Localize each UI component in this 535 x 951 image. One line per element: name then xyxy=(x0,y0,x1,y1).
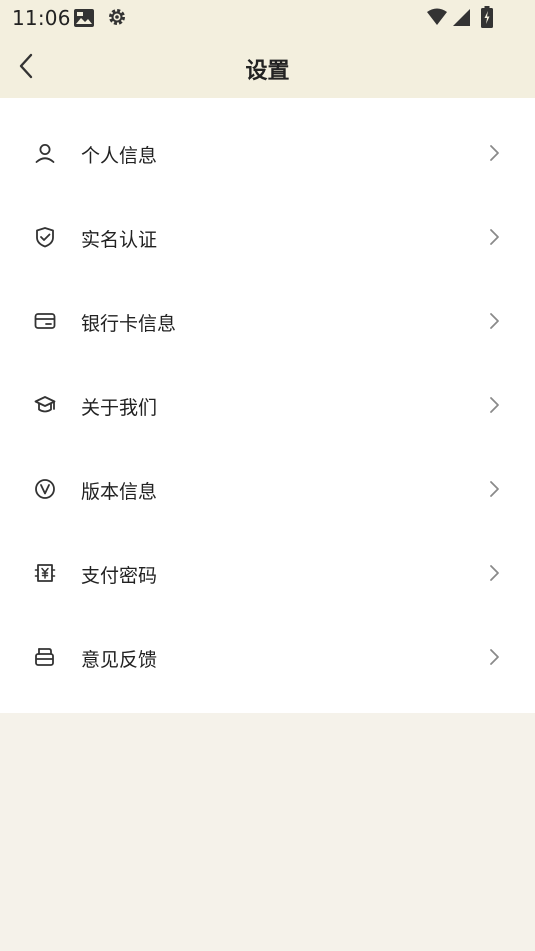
photo-icon xyxy=(73,7,95,29)
menu-item-label: 实名认证 xyxy=(81,229,158,251)
menu-item-feedback[interactable]: 意见反馈 xyxy=(0,616,535,700)
chevron-right-icon xyxy=(487,396,501,414)
settings-gear-icon xyxy=(107,7,127,27)
menu-item-label: 支付密码 xyxy=(81,565,158,587)
menu-item-personal-info[interactable]: 个人信息 xyxy=(0,112,535,196)
chevron-right-icon xyxy=(487,144,501,162)
chevron-right-icon xyxy=(487,480,501,498)
menu-item-label: 版本信息 xyxy=(81,481,158,503)
menu-item-label: 个人信息 xyxy=(81,145,158,167)
page-title: 设置 xyxy=(245,59,290,84)
chevron-right-icon xyxy=(487,312,501,330)
chevron-right-icon xyxy=(487,564,501,582)
person-icon xyxy=(34,142,56,164)
nav-bar: 设置 xyxy=(0,40,535,96)
menu-item-payment-password[interactable]: 支付密码 xyxy=(0,532,535,616)
menu-item-label: 关于我们 xyxy=(81,397,158,419)
signal-icon xyxy=(452,8,471,27)
battery-charging-icon xyxy=(481,6,493,28)
status-time: 11:06 xyxy=(12,6,71,30)
yen-payment-icon xyxy=(34,562,56,584)
menu-item-label: 意见反馈 xyxy=(81,649,158,671)
shield-check-icon xyxy=(34,226,56,248)
menu-item-bank-card[interactable]: 银行卡信息 xyxy=(0,280,535,364)
settings-menu: 个人信息 实名认证 银行卡信息 关于我们 版本信息 支付密码 意见反馈 xyxy=(0,98,535,713)
graduation-cap-icon xyxy=(34,394,56,416)
chevron-right-icon xyxy=(487,228,501,246)
menu-item-real-name-auth[interactable]: 实名认证 xyxy=(0,196,535,280)
chevron-right-icon xyxy=(487,648,501,666)
wifi-icon xyxy=(426,8,448,26)
menu-item-version[interactable]: 版本信息 xyxy=(0,448,535,532)
menu-item-label: 银行卡信息 xyxy=(81,313,177,335)
status-bar: 11:06 xyxy=(0,0,535,36)
header: 11:06 设置 xyxy=(0,0,535,98)
card-icon xyxy=(34,310,56,332)
menu-item-about-us[interactable]: 关于我们 xyxy=(0,364,535,448)
feedback-icon xyxy=(34,646,56,668)
version-icon xyxy=(34,478,56,500)
